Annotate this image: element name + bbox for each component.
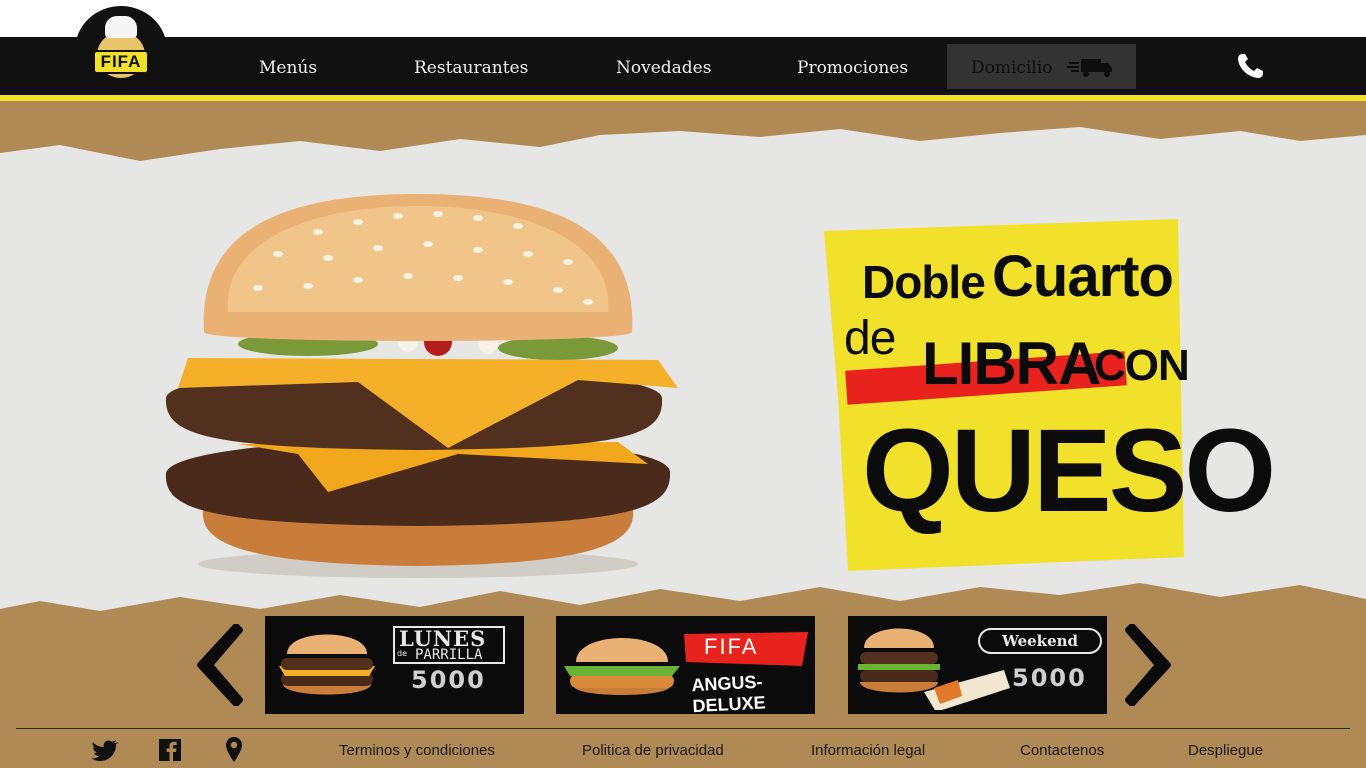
truck-icon [1067, 59, 1112, 77]
twitter-icon[interactable] [90, 736, 120, 764]
promo-word-cuarto: Cuarto [992, 244, 1174, 309]
card-weekend-title: Weekend [978, 628, 1102, 654]
logo-text: FIFA [93, 50, 149, 74]
facebook-icon[interactable] [158, 736, 182, 764]
footer-link-terminos[interactable]: Terminos y condiciones [339, 742, 495, 760]
brand-logo[interactable]: FIFA [75, 6, 167, 94]
promo-word-doble: Doble [862, 256, 986, 308]
card-weekend-price: 5000 [1012, 664, 1087, 692]
promo-word-de: de [844, 312, 896, 365]
delivery-button[interactable]: Domicilio [947, 44, 1136, 89]
promo-word-libra: LIBRA [922, 330, 1101, 397]
location-pin-icon[interactable] [224, 736, 244, 764]
nav-promociones[interactable]: Promociones [797, 56, 908, 80]
card-burger-image [279, 634, 375, 695]
card-burger-image [564, 638, 680, 695]
burger-image [165, 194, 678, 578]
card-lunes-price: 5000 [411, 666, 486, 694]
card-lunes-subtitle: PARRILLA [415, 647, 483, 663]
phone-icon[interactable] [1236, 52, 1266, 80]
card-lunes-de: de [397, 649, 407, 658]
delivery-label: Domicilio [971, 58, 1053, 78]
footer-link-despliegue[interactable]: Despliegue [1188, 742, 1263, 760]
promo-card-angus[interactable]: FIFA ANGUS-DELUXE [556, 616, 815, 714]
nav-restaurantes[interactable]: Restaurantes [414, 56, 528, 80]
chevron-left-icon[interactable] [196, 624, 244, 706]
promo-word-con: CON [1094, 341, 1190, 390]
footer-link-contactenos[interactable]: Contactenos [1020, 742, 1104, 760]
promo-card-weekend[interactable]: Weekend 5000 [848, 616, 1107, 714]
nav-menus[interactable]: Menús [259, 56, 317, 80]
promo-card-lunes[interactable]: LUNES de PARRILLA 5000 [265, 616, 524, 714]
footer-divider [16, 728, 1350, 729]
card-angus-title: FIFA [704, 634, 759, 659]
promo-word-queso: QUESO [862, 405, 1276, 537]
promo-headline-card[interactable]: Doble Cuarto de LIBRA CON QUESO [818, 217, 1276, 571]
top-strip [0, 0, 1366, 37]
nav-novedades[interactable]: Novedades [616, 56, 711, 80]
chevron-right-icon[interactable] [1124, 624, 1172, 706]
chef-hat-icon [105, 16, 137, 38]
footer-link-legal[interactable]: Información legal [811, 742, 925, 760]
footer-link-privacidad[interactable]: Politica de privacidad [582, 742, 724, 760]
card-angus-subtitle: ANGUS-DELUXE [690, 671, 767, 714]
